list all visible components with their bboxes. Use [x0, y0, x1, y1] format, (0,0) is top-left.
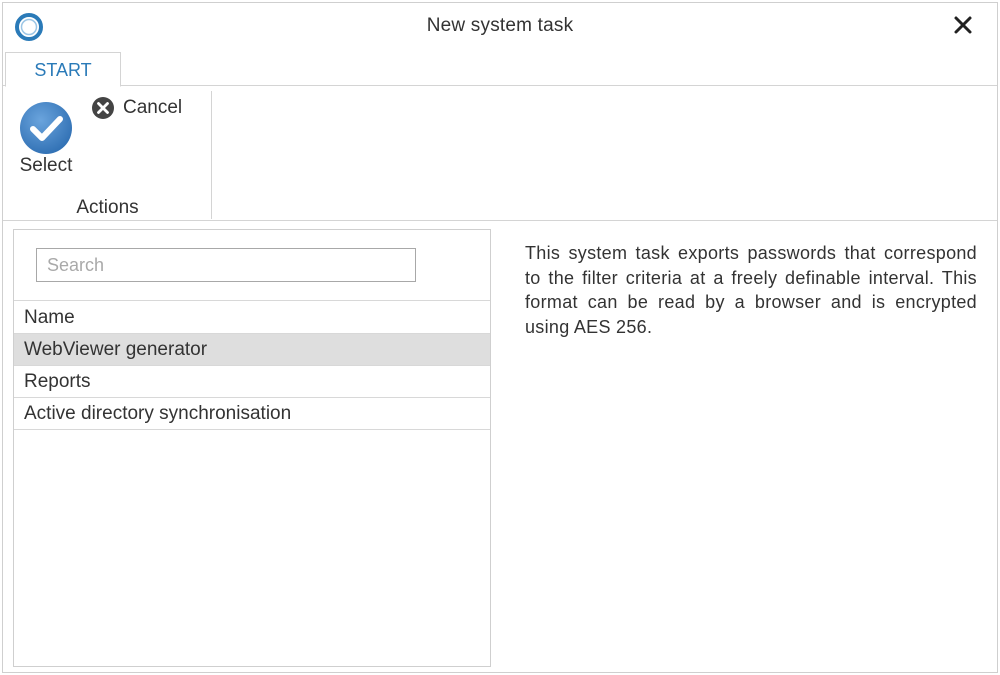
select-button-label: Select: [19, 155, 73, 176]
list-item[interactable]: WebViewer generator: [14, 334, 490, 366]
select-button[interactable]: Select: [9, 97, 83, 177]
list-item[interactable]: Active directory synchronisation: [14, 398, 490, 430]
column-header-name[interactable]: Name: [14, 300, 490, 334]
ribbon-group-label: Actions: [76, 197, 139, 218]
search-input[interactable]: [36, 248, 416, 282]
task-list: WebViewer generator Reports Active direc…: [14, 334, 490, 430]
ribbon: Select Cancel Actions: [3, 87, 997, 221]
close-circle-icon: [92, 97, 114, 119]
list-item[interactable]: Reports: [14, 366, 490, 398]
checkmark-circle-icon: [20, 102, 72, 154]
window-title: New system task: [426, 15, 574, 36]
cancel-button-label: Cancel: [123, 97, 183, 118]
tab-start[interactable]: START: [5, 52, 121, 87]
task-list-panel: Name WebViewer generator Reports Active …: [13, 229, 491, 667]
title-bar: New system task: [3, 3, 997, 51]
cancel-button[interactable]: Cancel: [91, 95, 182, 121]
close-icon: [954, 16, 972, 34]
ribbon-group-actions: Select Cancel Actions: [3, 91, 212, 219]
close-window-button[interactable]: [949, 11, 977, 39]
dialog-window: New system task START Select Cancel Acti…: [2, 2, 998, 673]
ribbon-tab-row: START: [3, 51, 997, 87]
task-description: This system task exports passwords that …: [525, 243, 977, 337]
